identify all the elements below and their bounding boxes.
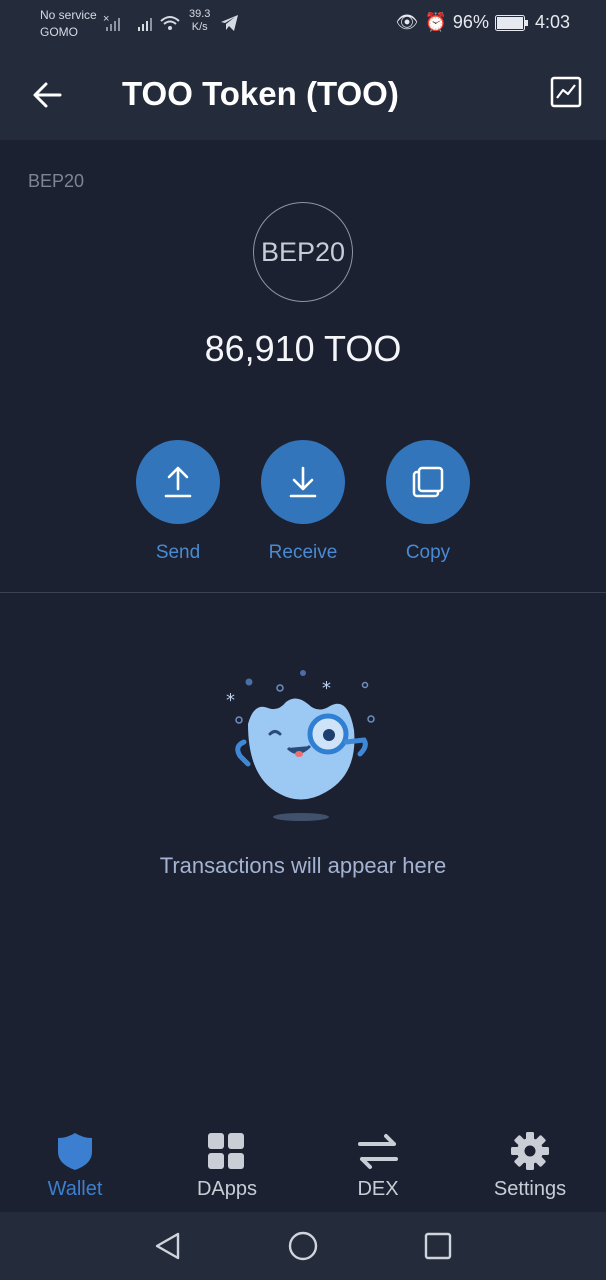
tab-settings[interactable]: Settings	[455, 1130, 605, 1201]
divider	[0, 592, 606, 593]
receive-button[interactable]: Receive	[238, 440, 368, 564]
svg-text:×: ×	[103, 13, 109, 25]
token-balance: 86,910 TOO	[204, 328, 402, 369]
send-circle[interactable]	[136, 440, 220, 524]
tab-wallet-label: Wallet	[47, 1178, 103, 1200]
copy-icon	[412, 466, 444, 498]
battery-percent: 96%	[452, 12, 489, 32]
speed-value: 39.3	[189, 8, 211, 20]
alarm-icon: ⏰	[424, 12, 447, 32]
tab-dapps[interactable]: DApps	[152, 1130, 302, 1201]
eye-icon: 👁	[395, 12, 419, 32]
shield-icon	[58, 1133, 92, 1170]
carrier-name: GOMO	[40, 25, 78, 39]
arrow-down-icon	[289, 466, 317, 498]
gear-icon	[511, 1132, 549, 1170]
svg-text:*: *	[226, 690, 235, 711]
status-right: 👁 ⏰ 96% 4:03	[396, 12, 570, 33]
back-button[interactable]	[24, 72, 70, 118]
clock: 4:03	[534, 12, 570, 32]
send-button[interactable]: Send	[113, 440, 243, 564]
svg-text:*: *	[322, 678, 331, 699]
arrow-up-icon	[164, 466, 192, 498]
receive-circle[interactable]	[261, 440, 345, 524]
nav-home-icon[interactable]	[287, 1230, 319, 1262]
tab-wallet[interactable]: Wallet	[0, 1130, 150, 1201]
copy-label: Copy	[405, 542, 451, 563]
battery-icon	[494, 14, 528, 31]
copy-circle[interactable]	[386, 440, 470, 524]
signal-icon: ×	[103, 13, 180, 31]
page-title: TOO Token (TOO)	[122, 75, 399, 112]
tab-dex-label: DEX	[357, 1178, 399, 1200]
token-icon: BEP20	[253, 202, 353, 302]
empty-state-message: Transactions will appear here	[159, 853, 447, 878]
swap-icon	[358, 1134, 398, 1169]
network-speed: 39.3 K/s	[189, 8, 210, 34]
carrier-info: No service GOMO	[40, 7, 97, 41]
send-label: Send	[155, 542, 201, 563]
copy-button[interactable]: Copy	[363, 440, 493, 564]
chart-icon	[550, 76, 582, 108]
arrow-left-icon	[33, 82, 62, 108]
nav-recents-icon[interactable]	[422, 1230, 454, 1262]
network-label: BEP20	[28, 171, 85, 191]
token-icon-text: BEP20	[260, 236, 346, 267]
telegram-icon	[221, 15, 238, 31]
tab-dex[interactable]: DEX	[303, 1130, 453, 1201]
carrier-status: No service	[40, 8, 97, 22]
tab-settings-label: Settings	[493, 1178, 567, 1200]
nav-back-icon[interactable]	[152, 1230, 184, 1262]
chart-button[interactable]	[546, 72, 586, 112]
speed-unit: K/s	[191, 21, 208, 33]
receive-label: Receive	[268, 542, 338, 563]
empty-state-illustration: * *	[226, 670, 375, 821]
tab-dapps-label: DApps	[196, 1178, 258, 1200]
grid-icon	[208, 1133, 244, 1169]
